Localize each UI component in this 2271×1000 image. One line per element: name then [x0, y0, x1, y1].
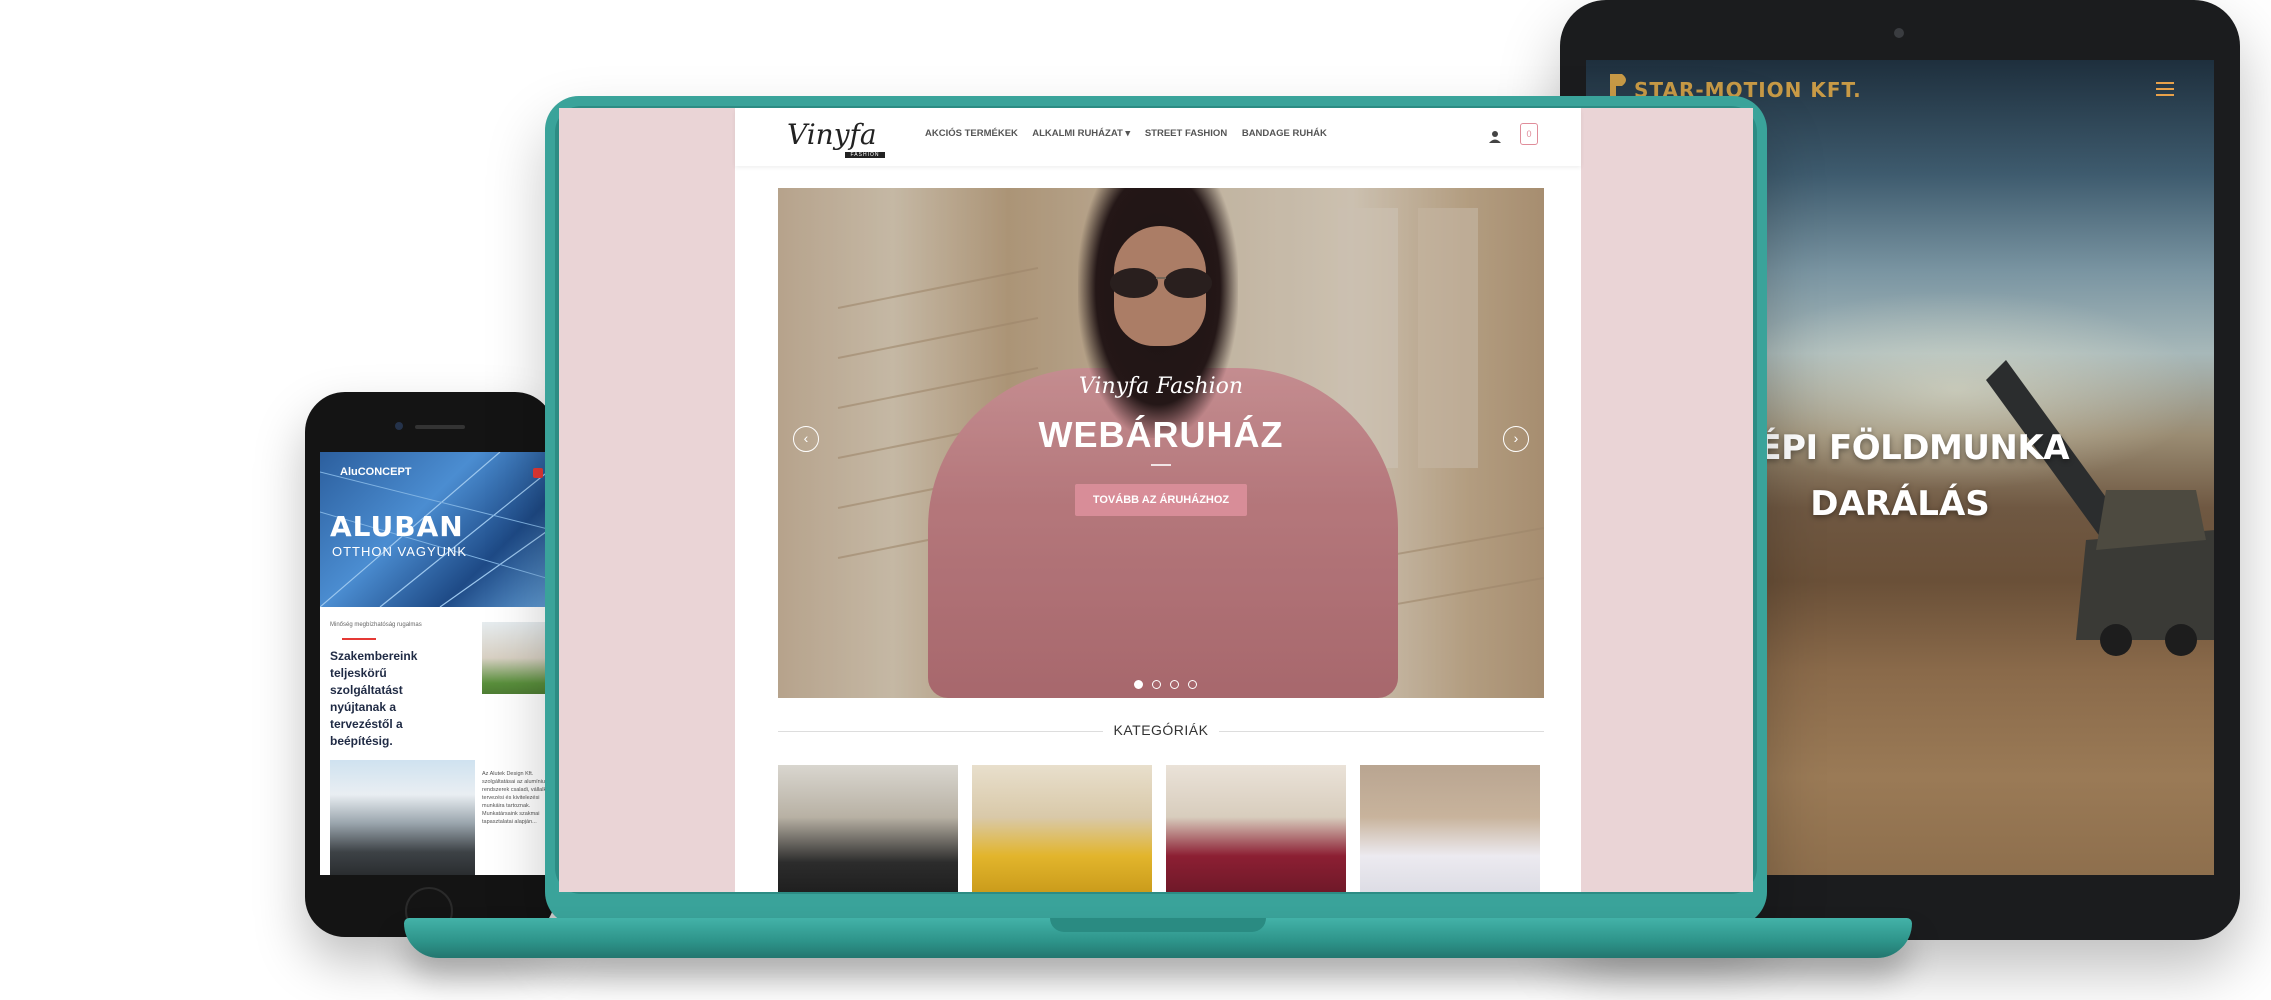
phone-lead-text: Szakembereink teljeskörű szolgáltatást n… [330, 649, 418, 748]
divider-left [778, 731, 1103, 732]
vinyfa-website: Vinyfa FASHION AKCIÓS TERMÉKEK ALKALMI R… [735, 108, 1581, 892]
logo-script: Vinyfa [787, 118, 877, 151]
phone-cart-icon[interactable] [533, 468, 543, 478]
category-card[interactable] [972, 765, 1152, 892]
slider-dots [1134, 676, 1206, 694]
laptop-screen: Vinyfa FASHION AKCIÓS TERMÉKEK ALKALMI R… [559, 108, 1753, 892]
phone-camera [395, 422, 403, 430]
shop-now-button[interactable]: TOVÁBB AZ ÁRUHÁZHOZ [1075, 484, 1247, 516]
main-nav: AKCIÓS TERMÉKEK ALKALMI RUHÁZAT ▾ STREET… [925, 128, 1339, 139]
slide-subtitle: Vinyfa Fashion [1078, 374, 1244, 399]
phone-kicker: Minőség megbízhatóság rugalmas [330, 622, 422, 628]
categories-title: KATEGÓRIÁK [1113, 722, 1209, 738]
laptop-notch [1050, 918, 1266, 932]
phone-hero-title: ALUBAN [330, 510, 464, 543]
phone-speaker [415, 425, 465, 429]
slide-title: WEBÁRUHÁZ [1038, 414, 1284, 455]
slider-dot[interactable] [1170, 680, 1179, 689]
slider-dot[interactable] [1134, 680, 1143, 689]
nav-item-akcios[interactable]: AKCIÓS TERMÉKEK [925, 128, 1018, 139]
tablet-camera [1894, 28, 1904, 38]
next-slide-arrow-icon[interactable]: › [1503, 426, 1529, 452]
laptop-base [404, 918, 1912, 958]
nav-item-alkalmi[interactable]: ALKALMI RUHÁZAT ▾ [1032, 128, 1130, 139]
nav-item-street[interactable]: STREET FASHION [1145, 128, 1227, 139]
user-icon[interactable] [1488, 130, 1502, 144]
category-card[interactable] [778, 765, 958, 892]
category-card[interactable] [1360, 765, 1540, 892]
kicker-underline [342, 638, 376, 640]
site-header: Vinyfa FASHION AKCIÓS TERMÉKEK ALKALMI R… [735, 108, 1581, 166]
slide-divider [1151, 464, 1171, 466]
phone-screen: AluCONCEPT ALUBAN OTTHON VAGYUNK Minőség… [320, 452, 560, 875]
phone-hero-banner: AluCONCEPT ALUBAN OTTHON VAGYUNK [320, 452, 560, 607]
prev-slide-arrow-icon[interactable]: ‹ [793, 426, 819, 452]
phone-brand-logo[interactable]: AluCONCEPT [340, 466, 412, 478]
slider-dot[interactable] [1152, 680, 1161, 689]
divider-right [1219, 731, 1544, 732]
slider-dot[interactable] [1188, 680, 1197, 689]
phone-device: AluCONCEPT ALUBAN OTTHON VAGYUNK Minőség… [305, 392, 560, 937]
modern-house-image [330, 760, 475, 875]
phone-hero-subtitle: OTTHON VAGYUNK [332, 544, 468, 559]
hamburger-icon[interactable] [2156, 82, 2174, 96]
category-card[interactable] [1166, 765, 1346, 892]
cart-icon[interactable]: 0 [1520, 123, 1538, 145]
logo-tag: FASHION [845, 152, 885, 158]
hero-slider: Vinyfa Fashion WEBÁRUHÁZ TOVÁBB AZ ÁRUHÁ… [778, 188, 1544, 698]
nav-item-bandage[interactable]: BANDAGE RUHÁK [1242, 128, 1327, 139]
vinyfa-logo[interactable]: Vinyfa FASHION [787, 116, 897, 160]
laptop-device: Vinyfa FASHION AKCIÓS TERMÉKEK ALKALMI R… [545, 96, 1767, 926]
